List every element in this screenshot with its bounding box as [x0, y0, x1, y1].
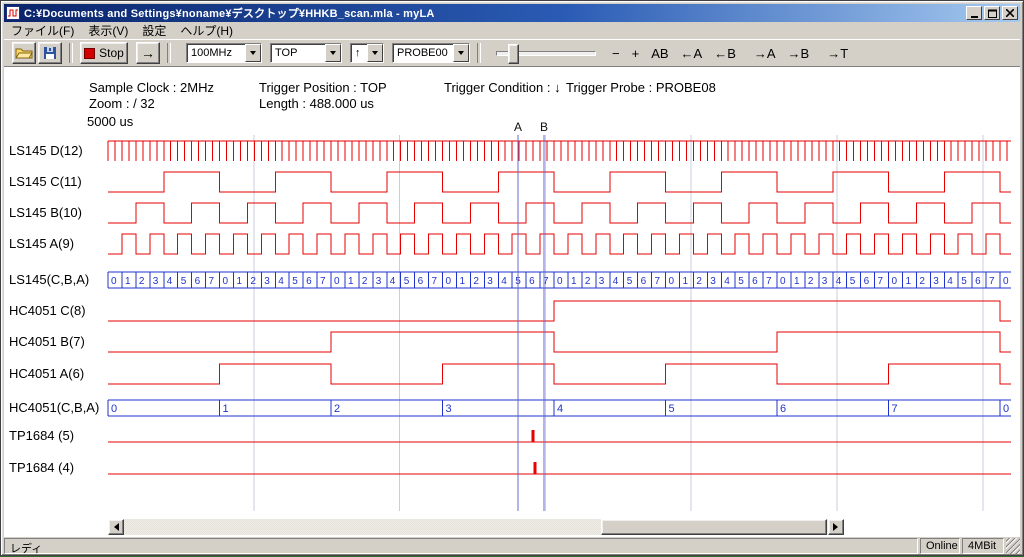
stop-icon [84, 48, 95, 59]
save-button[interactable] [38, 42, 62, 64]
stop-label: Stop [99, 46, 124, 60]
probe-value: PROBE00 [393, 44, 453, 62]
waveform-client-area[interactable] [4, 67, 1020, 537]
open-button[interactable] [12, 42, 36, 64]
toolbar: Stop → 100MHz TOP ↑ PROBE00 − + AB ←A [4, 39, 1020, 67]
probe-select[interactable]: PROBE00 [392, 43, 470, 63]
sample-clock-value: 100MHz [187, 44, 245, 62]
horizontal-scrollbar[interactable] [108, 519, 844, 535]
slider-thumb[interactable] [508, 44, 519, 64]
zoom-info: Zoom : / 32 [89, 96, 155, 111]
goto-cursor-a-left-button[interactable]: ←A [677, 44, 707, 63]
goto-cursor-b-left-button[interactable]: ←B [710, 44, 740, 63]
dropdown-button[interactable] [325, 44, 341, 62]
trigger-position-select[interactable]: TOP [270, 43, 342, 63]
chevron-down-icon [330, 51, 336, 58]
sample-clock-info: Sample Clock : 2MHz [89, 80, 214, 95]
minimize-button[interactable] [966, 6, 982, 20]
window-title: C:¥Documents and Settings¥noname¥デスクトップ¥… [24, 5, 966, 21]
scroll-left-button[interactable] [108, 519, 124, 535]
maximize-button[interactable] [984, 6, 1000, 20]
status-ready-text: レディ [4, 538, 918, 554]
scrollbar-track[interactable] [124, 519, 828, 535]
cursor-ab-button[interactable]: AB [647, 44, 672, 63]
zoom-in-button[interactable]: + [628, 44, 644, 63]
app-icon [6, 6, 20, 20]
run-button[interactable]: → [136, 42, 160, 64]
goto-trigger-button[interactable]: →T [823, 44, 852, 63]
resize-grip[interactable] [1006, 538, 1020, 554]
menu-bar: ファイル(F) 表示(V) 設定 ヘルプ(H) [4, 22, 1020, 39]
menu-help[interactable]: ヘルプ(H) [173, 21, 240, 40]
status-bar: レディ Online 4MBit [4, 538, 1020, 554]
menu-settings[interactable]: 設定 [135, 21, 173, 40]
sample-clock-select[interactable]: 100MHz [186, 43, 262, 63]
trigger-probe-info: Trigger Probe : PROBE08 [566, 80, 716, 95]
close-button[interactable] [1002, 6, 1018, 20]
time-division-label: 5000 us [87, 114, 133, 129]
status-online-badge: Online [920, 538, 960, 554]
status-memory-badge: 4MBit [962, 538, 1004, 554]
close-icon [1006, 9, 1014, 17]
title-bar[interactable]: C:¥Documents and Settings¥noname¥デスクトップ¥… [4, 4, 1020, 22]
dropdown-button[interactable] [453, 44, 469, 62]
chevron-down-icon [250, 51, 256, 58]
app-window: C:¥Documents and Settings¥noname¥デスクトップ¥… [0, 0, 1024, 556]
zoom-slider[interactable] [494, 42, 598, 64]
chevron-down-icon [458, 51, 464, 58]
length-info: Length : 488.000 us [259, 96, 374, 111]
cursor-b-label[interactable]: B [536, 120, 552, 134]
scroll-right-button[interactable] [828, 519, 844, 535]
run-arrow-icon: → [141, 45, 155, 61]
trigger-condition-info: Trigger Condition : ↓ [444, 80, 561, 95]
dropdown-button[interactable] [367, 44, 383, 62]
open-folder-icon [15, 46, 33, 60]
chevron-down-icon [372, 51, 378, 58]
cursor-a-label[interactable]: A [510, 120, 526, 134]
goto-cursor-b-right-button[interactable]: →B [784, 44, 814, 63]
menu-view[interactable]: 表示(V) [81, 21, 135, 40]
zoom-out-button[interactable]: − [608, 44, 624, 63]
left-arrow-icon [110, 523, 119, 531]
toolbar-separator [477, 43, 481, 63]
stop-button[interactable]: Stop [80, 42, 128, 64]
dropdown-button[interactable] [245, 44, 261, 62]
save-floppy-icon [43, 46, 57, 60]
toolbar-separator [167, 43, 171, 63]
trigger-edge-value: ↑ [351, 44, 367, 62]
right-arrow-icon [833, 523, 842, 531]
trigger-position-value: TOP [271, 44, 325, 62]
trigger-position-info: Trigger Position : TOP [259, 80, 387, 95]
goto-cursor-a-right-button[interactable]: →A [750, 44, 780, 63]
scrollbar-thumb[interactable] [601, 519, 827, 535]
maximize-icon [988, 9, 997, 18]
toolbar-separator [69, 43, 73, 63]
trigger-edge-select[interactable]: ↑ [350, 43, 384, 63]
menu-file[interactable]: ファイル(F) [4, 21, 81, 40]
minimize-icon [971, 16, 978, 18]
